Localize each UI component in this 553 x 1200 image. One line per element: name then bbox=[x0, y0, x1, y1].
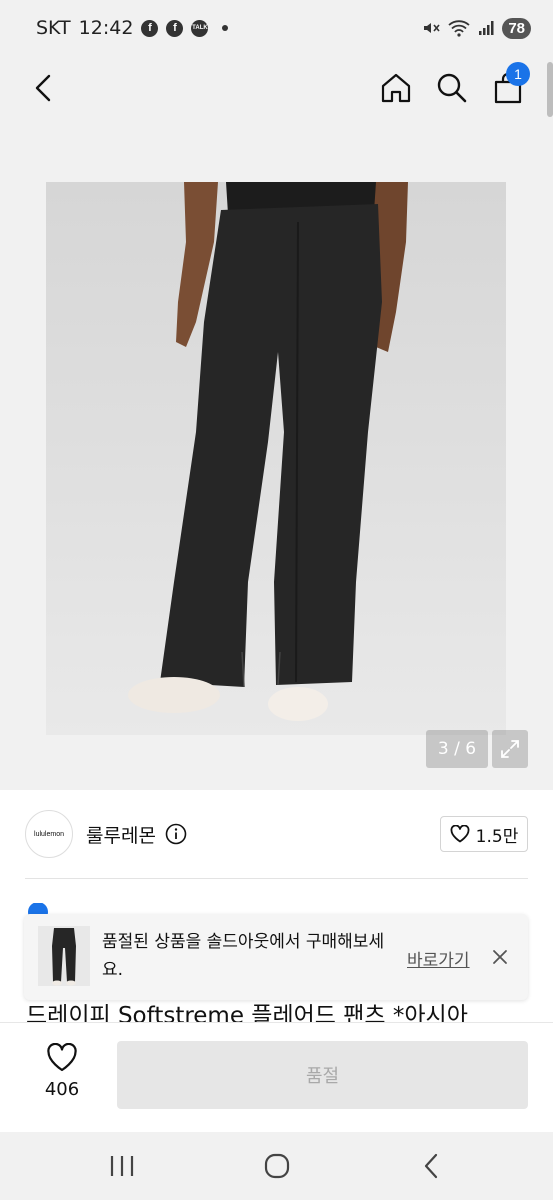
wishlist-button[interactable]: 406 bbox=[36, 1042, 88, 1100]
image-counter: 3 / 6 bbox=[426, 730, 488, 768]
home-icon bbox=[381, 73, 411, 103]
wishlist-count: 406 bbox=[44, 1079, 80, 1100]
soldout-buy-button[interactable]: 품절 bbox=[117, 1041, 528, 1109]
toast-message: 품절된 상품을 솔드아웃에서 구매해보세요. bbox=[102, 932, 385, 980]
facebook-icon: f bbox=[141, 19, 159, 37]
soldout-toast: 품절된 상품을 솔드아웃에서 구매해보세요. 바로가기 bbox=[24, 914, 528, 1000]
model-wearing-pants-image bbox=[128, 182, 408, 721]
heart-icon bbox=[47, 1042, 77, 1072]
product-gallery[interactable]: 3 / 6 bbox=[0, 140, 553, 790]
toast-shortcut-link[interactable]: 바로가기 bbox=[407, 946, 470, 971]
top-nav: 1 bbox=[0, 62, 553, 118]
search-icon bbox=[437, 73, 467, 103]
cart-count-badge: 1 bbox=[506, 62, 530, 86]
toast-product-thumbnail bbox=[38, 926, 90, 986]
pants-thumbnail-image bbox=[52, 928, 76, 986]
fullscreen-button[interactable] bbox=[492, 730, 528, 768]
bottom-action-bar: 406 품절 bbox=[0, 1022, 553, 1132]
seller-logo[interactable]: lululemon bbox=[25, 810, 73, 858]
system-back-button[interactable] bbox=[410, 1148, 454, 1184]
expand-icon bbox=[501, 740, 519, 758]
signal-icon bbox=[479, 21, 494, 35]
back-button[interactable] bbox=[24, 68, 64, 108]
cart-button[interactable]: 1 bbox=[488, 62, 530, 108]
system-nav-bar bbox=[0, 1132, 553, 1200]
seller-like-button[interactable]: 1.5만 bbox=[440, 816, 528, 852]
home-circle-icon bbox=[264, 1153, 290, 1179]
status-right: 78 bbox=[422, 17, 531, 39]
home-button[interactable] bbox=[376, 68, 416, 108]
info-button[interactable] bbox=[165, 823, 187, 849]
search-button[interactable] bbox=[432, 68, 472, 108]
heart-icon bbox=[450, 825, 470, 843]
mute-icon bbox=[424, 23, 440, 33]
home-system-button[interactable] bbox=[255, 1148, 299, 1184]
seller-logo-text: lululemon bbox=[34, 830, 64, 838]
toast-close-button[interactable] bbox=[490, 947, 510, 971]
clock: 12:42 bbox=[78, 17, 134, 39]
seller-name[interactable]: 룰루레몬 bbox=[86, 821, 156, 848]
status-left: SKT 12:42 f f TALK bbox=[36, 17, 229, 39]
status-bar: SKT 12:42 f f TALK 78 bbox=[0, 0, 553, 56]
close-icon bbox=[493, 950, 507, 964]
carrier-label: SKT bbox=[36, 17, 71, 39]
seller-row: lululemon 룰루레몬 1.5만 bbox=[0, 790, 553, 880]
seller-like-count: 1.5만 bbox=[475, 826, 519, 847]
wifi-icon bbox=[448, 20, 470, 37]
kakaotalk-icon: TALK bbox=[191, 19, 209, 37]
back-arrow-icon bbox=[424, 1153, 438, 1179]
recent-apps-icon bbox=[110, 1156, 134, 1176]
battery-indicator: 78 bbox=[502, 17, 531, 39]
facebook-icon: f bbox=[166, 19, 184, 37]
chevron-left-icon bbox=[35, 74, 51, 102]
product-photo[interactable] bbox=[46, 182, 506, 735]
recent-apps-button[interactable] bbox=[100, 1148, 144, 1184]
info-icon bbox=[165, 823, 187, 845]
more-notifications-dot bbox=[222, 25, 229, 31]
